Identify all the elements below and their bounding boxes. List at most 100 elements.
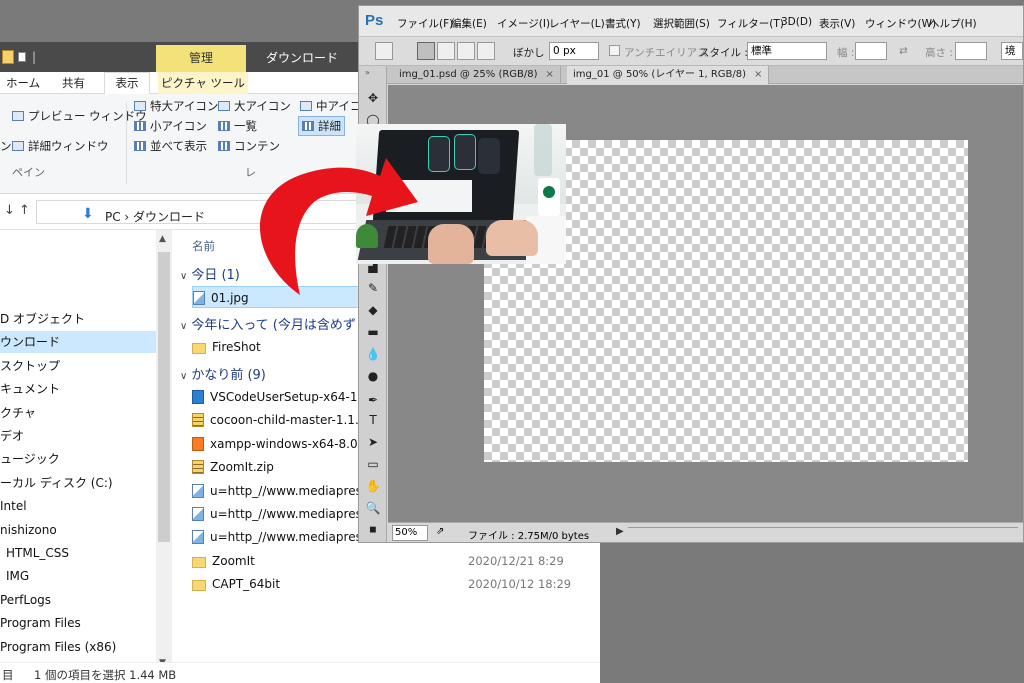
zoom-field[interactable]: 50%: [392, 525, 428, 541]
file-row[interactable]: ZoomIt2020/12/21 8:29フ: [192, 550, 600, 572]
height-input[interactable]: [955, 42, 987, 60]
view-details[interactable]: 詳細: [298, 116, 345, 136]
close-icon[interactable]: ×: [546, 69, 554, 80]
navigation-pane: D オブジェクト ウンロード スクトップ キュメント クチャ デオ ュージック ーカル ディス…: [0, 230, 172, 677]
tab-share[interactable]: 共有: [62, 75, 85, 91]
view-list-label: 一覧: [234, 119, 257, 133]
ps-menu-item[interactable]: イメージ(I): [497, 16, 550, 31]
doc-tab-active[interactable]: img_01 @ 50% (レイヤー 1, RGB/8) ×: [567, 66, 770, 84]
color-swatches-icon[interactable]: ◼: [363, 520, 383, 540]
folder-icon: [192, 580, 206, 592]
chevron-down-icon: ∨: [180, 371, 188, 382]
pen-icon[interactable]: ✒: [363, 390, 383, 410]
share-icon[interactable]: ⇗: [436, 526, 444, 537]
gradient-icon[interactable]: ▬: [363, 322, 383, 342]
details-pane-button[interactable]: 詳細ウィンドウ: [12, 138, 109, 154]
move-icon[interactable]: ✥: [363, 88, 383, 108]
view-list[interactable]: 一覧: [218, 118, 257, 134]
vscode-icon: [192, 390, 204, 404]
nav-item[interactable]: D オブジェクト: [0, 308, 156, 330]
nav-buttons[interactable]: ↓ ↑: [4, 203, 30, 218]
nav-item[interactable]: クチャ: [0, 402, 156, 424]
nav-item[interactable]: ーカル ディスク (C:): [0, 472, 156, 494]
view-large-icons[interactable]: 大アイコン: [218, 98, 291, 114]
rectangle-icon[interactable]: ▭: [363, 454, 383, 474]
photo-screen-card: [478, 138, 500, 174]
status-expand-icon[interactable]: ▶: [616, 526, 624, 537]
nav-item[interactable]: Program Files (x86): [0, 636, 156, 658]
nav-item[interactable]: Intel: [0, 495, 156, 517]
blur-icon[interactable]: 💧: [363, 344, 383, 364]
nav-item[interactable]: キュメント: [0, 378, 156, 400]
tab-picture-tools[interactable]: ピクチャ ツール: [158, 72, 248, 94]
nav-item[interactable]: nishizono: [0, 519, 156, 541]
nav-scrollbar[interactable]: ▲ ▼: [156, 230, 172, 670]
new-selection-icon[interactable]: [417, 42, 435, 60]
nav-item[interactable]: IMG: [0, 565, 156, 587]
window-title: ダウンロード: [246, 45, 358, 72]
ps-menu-item[interactable]: ヘルプ(H): [929, 16, 977, 31]
photo-right-hand: [486, 220, 538, 256]
view-extra-large-icons[interactable]: 特大アイコン: [134, 98, 218, 114]
nav-item[interactable]: デオ: [0, 425, 156, 447]
nav-scroll-thumb[interactable]: [158, 252, 170, 542]
doc-tab-psd[interactable]: img_01.psd @ 25% (RGB/8) ×: [393, 66, 561, 84]
quick-access-icon[interactable]: [18, 52, 26, 62]
dodge-icon[interactable]: ●: [363, 366, 383, 386]
type-icon[interactable]: T: [363, 410, 383, 430]
photo-bottle: [534, 124, 552, 176]
view-medium-label: 中アイコ: [316, 99, 362, 113]
view-xl-label: 特大アイコン: [150, 99, 219, 113]
group-long-ago[interactable]: ∨ かなり前 (9): [180, 364, 266, 383]
view-tiles[interactable]: 並べて表示: [134, 138, 207, 154]
tab-manage[interactable]: 管理: [156, 45, 246, 72]
tab-view[interactable]: 表示: [104, 72, 150, 95]
height-label: 高さ :: [925, 47, 953, 59]
hand-icon[interactable]: ✋: [363, 476, 383, 496]
toolbar-collapse-icon[interactable]: »: [365, 68, 370, 77]
file-row[interactable]: CAPT_64bit2020/10/12 18:29フ: [192, 573, 600, 595]
eraser-icon[interactable]: ◆: [363, 300, 383, 320]
ps-menu-item[interactable]: ファイル(F): [397, 16, 453, 31]
zoom-icon[interactable]: 🔍: [363, 498, 383, 518]
ps-menu-item[interactable]: 書式(Y): [605, 16, 641, 31]
photo-screen-card: [454, 134, 476, 170]
path-select-icon[interactable]: ➤: [363, 432, 383, 452]
nav-item[interactable]: ュージック: [0, 448, 156, 470]
file-date: 2020/10/12 18:29: [468, 577, 572, 592]
group-this-year[interactable]: ∨ 今年に入って (今月は含めず: [180, 314, 356, 333]
ps-menu-item[interactable]: 編集(E): [451, 16, 487, 31]
group-today[interactable]: ∨ 今日 (1): [180, 264, 240, 283]
ps-menu-item[interactable]: 選択範囲(S): [653, 16, 710, 31]
marquee-tool-preset-icon[interactable]: [375, 42, 393, 60]
column-header-name[interactable]: 名前: [192, 238, 215, 254]
ps-menu-item[interactable]: 表示(V): [819, 16, 855, 31]
nav-item[interactable]: スクトップ: [0, 355, 156, 377]
nav-item[interactable]: ウンロード: [0, 331, 156, 354]
swap-icon[interactable]: ⇄: [899, 45, 908, 57]
tab-home[interactable]: ホーム: [6, 75, 40, 91]
scroll-up-icon[interactable]: ▲: [159, 234, 166, 244]
close-icon[interactable]: ×: [754, 69, 762, 80]
ps-menu-item[interactable]: ウィンドウ(W): [865, 16, 936, 31]
feather-input[interactable]: 0 px: [549, 42, 599, 60]
width-input[interactable]: [855, 42, 887, 60]
ps-menu-item[interactable]: 3D(D): [781, 16, 812, 28]
add-selection-icon[interactable]: [437, 42, 455, 60]
intersect-selection-icon[interactable]: [477, 42, 495, 60]
file-name: u=http_//www.mediapress: [210, 483, 369, 498]
antialias-checkbox[interactable]: [609, 45, 620, 56]
view-small-icons[interactable]: 小アイコン: [134, 118, 207, 134]
ps-menu-item[interactable]: フィルター(T): [717, 16, 784, 31]
ps-document-tabs: img_01.psd @ 25% (RGB/8) × img_01 @ 50% (…: [387, 66, 1023, 84]
view-medium-icons[interactable]: 中アイコ: [300, 98, 361, 114]
ps-menu-item[interactable]: レイヤー(L): [549, 16, 605, 31]
horizontal-scrollbar[interactable]: [628, 527, 1018, 539]
refine-edge-button[interactable]: 境: [1001, 42, 1023, 60]
chevron-down-icon: ∨: [180, 321, 188, 332]
nav-item[interactable]: PerfLogs: [0, 589, 156, 611]
nav-item[interactable]: HTML_CSS: [0, 542, 156, 564]
style-select[interactable]: 標準: [747, 42, 827, 60]
nav-item[interactable]: Program Files: [0, 612, 156, 634]
subtract-selection-icon[interactable]: [457, 42, 475, 60]
